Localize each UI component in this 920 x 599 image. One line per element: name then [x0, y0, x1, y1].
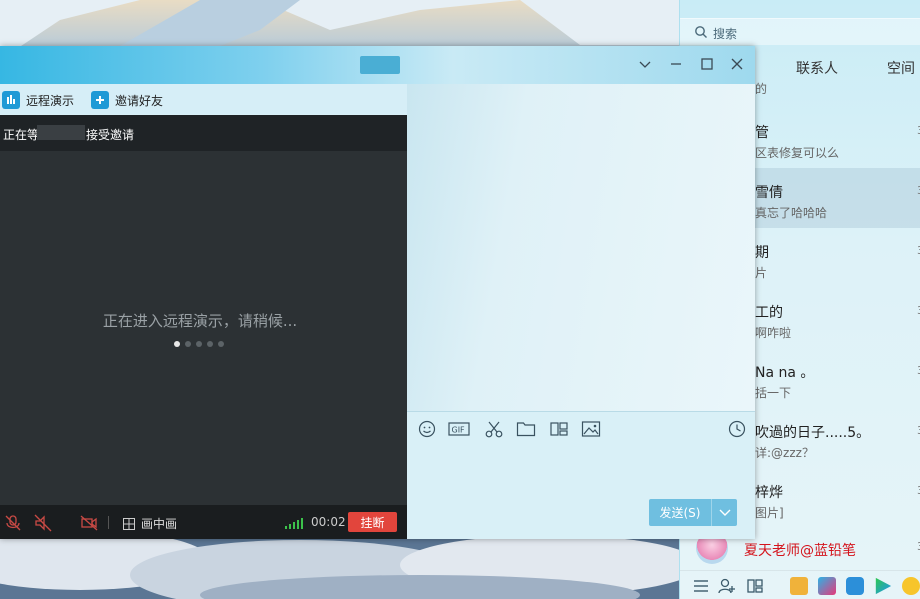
- contact-message: 括一下: [755, 386, 792, 400]
- contact-message: 详:@zzz？: [755, 446, 814, 460]
- contact-message: 真忘了哈哈哈: [755, 206, 828, 220]
- contact-name: 期: [755, 245, 769, 261]
- hangup-button[interactable]: 挂断: [348, 512, 397, 532]
- invite-friends-label: 邀请好友: [115, 93, 164, 108]
- play-icon[interactable]: [875, 577, 892, 595]
- status-prefix: 正在等: [3, 128, 40, 142]
- contact-name: 夏天老师@蓝铅笔: [744, 543, 856, 559]
- tab-space[interactable]: 空间: [887, 58, 915, 78]
- folder-icon[interactable]: [516, 420, 536, 438]
- send-options-button[interactable]: [712, 499, 737, 526]
- pip-label: 画中画: [141, 517, 178, 531]
- title-redacted: [360, 56, 400, 74]
- chevron-down-icon: [719, 509, 730, 516]
- speaker-muted-icon[interactable]: [34, 514, 52, 532]
- pip-button[interactable]: 画中画: [123, 515, 177, 532]
- remote-demo-panel: 正在等 接受邀请 正在进入远程演示，请稍候... 画中画 00:02 挂断: [0, 115, 407, 539]
- camera-off-icon[interactable]: [80, 514, 98, 532]
- status-suffix: 接受邀请: [86, 128, 135, 142]
- svg-text:GIF: GIF: [452, 426, 466, 435]
- scissors-icon[interactable]: [484, 420, 504, 438]
- invite-status-bar: 正在等 接受邀请: [0, 115, 407, 151]
- game-icon[interactable]: [790, 577, 808, 595]
- status-redacted: [37, 125, 85, 140]
- image-icon[interactable]: [581, 420, 601, 438]
- emoji-icon[interactable]: [417, 420, 437, 438]
- mic-muted-icon[interactable]: [4, 514, 22, 532]
- screenshot-icon[interactable]: [549, 420, 569, 438]
- chat-toolbar: 远程演示 邀请好友: [0, 84, 407, 114]
- apps-icon[interactable]: [746, 577, 764, 595]
- contact-name: 吹過的日子.....5。: [755, 425, 871, 441]
- contact-name: 梓烨: [755, 485, 783, 501]
- close-icon[interactable]: [729, 56, 745, 72]
- gif-icon[interactable]: GIF: [448, 420, 470, 438]
- contact-message: 片: [755, 266, 768, 280]
- contact-fragment: 的: [755, 82, 768, 96]
- remote-demo-label: 远程演示: [26, 93, 75, 108]
- contact-name: 雪倩: [755, 185, 783, 201]
- video-icon[interactable]: [818, 577, 836, 595]
- contacts-bottom-bar: [680, 570, 920, 599]
- contact-message: 图片]: [755, 506, 784, 520]
- add-icon: [91, 91, 109, 109]
- remote-demo-button[interactable]: 远程演示: [2, 91, 74, 109]
- contact-message: 区表修复可以么: [755, 146, 840, 160]
- add-contact-icon[interactable]: [718, 577, 736, 595]
- history-clock-icon[interactable]: [727, 420, 747, 438]
- send-button-group: 发送(S): [649, 499, 737, 526]
- call-controls: 画中画 00:02 挂断: [0, 505, 407, 539]
- chat-titlebar[interactable]: [0, 46, 755, 84]
- search-placeholder: 搜索: [713, 27, 738, 41]
- search-icon: [695, 26, 707, 38]
- chevron-down-icon[interactable]: [637, 56, 653, 72]
- contact-name: Na na 。: [755, 365, 815, 381]
- remote-demo-icon: [2, 91, 20, 109]
- contact-name: 工的: [755, 305, 783, 321]
- minimize-icon[interactable]: [668, 56, 684, 72]
- contact-name: 管: [755, 125, 769, 141]
- maximize-icon[interactable]: [699, 56, 715, 72]
- loading-dots: [174, 341, 224, 347]
- invite-friends-button[interactable]: 邀请好友: [91, 91, 163, 109]
- loading-message: 正在进入远程演示，请稍候...: [102, 312, 298, 330]
- controls-divider: [108, 516, 109, 529]
- message-area: [407, 84, 755, 411]
- contact-message: 啊咋啦: [755, 326, 792, 340]
- menu-icon[interactable]: [692, 577, 710, 595]
- call-timer: 00:02: [311, 515, 346, 529]
- signal-icon: [285, 518, 303, 529]
- send-button[interactable]: 发送(S): [649, 499, 711, 526]
- cloud-icon[interactable]: [846, 577, 864, 595]
- chat-window: 远程演示 邀请好友 正在等 接受邀请 正在进入远程演示，请稍候... 画中画 0…: [0, 46, 755, 539]
- input-toolbar-divider: [407, 411, 755, 412]
- app-icon[interactable]: [902, 577, 920, 595]
- pip-icon: [123, 517, 135, 530]
- tab-contacts[interactable]: 联系人: [796, 58, 838, 78]
- search-box[interactable]: 搜索: [680, 18, 920, 45]
